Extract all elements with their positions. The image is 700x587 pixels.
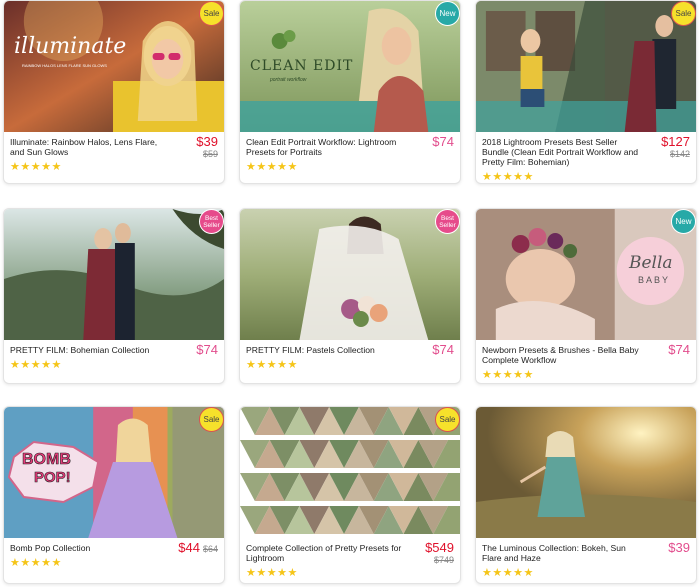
price: $127 $142 bbox=[661, 134, 690, 160]
product-image[interactable]: Bella BABY New bbox=[476, 209, 696, 340]
product-card-bomb-pop[interactable]: BOMB POP! Sale Bomb Pop Collection $44 $… bbox=[3, 406, 225, 584]
star-rating: ★★★★★ bbox=[246, 161, 298, 173]
price: $74 bbox=[432, 343, 454, 357]
overlay-subtitle: portrait workflow bbox=[270, 77, 307, 83]
product-image[interactable]: Best Seller bbox=[4, 209, 224, 340]
product-title[interactable]: PRETTY FILM: Pastels Collection bbox=[246, 345, 454, 355]
product-title[interactable]: Complete Collection of Pretty Presets fo… bbox=[246, 543, 454, 563]
overlay-subtitle: BABY bbox=[638, 275, 671, 285]
product-card-clean-edit[interactable]: CLEAN EDIT portrait workflow New Clean E… bbox=[239, 0, 461, 184]
original-price: $64 bbox=[202, 544, 218, 554]
star-rating: ★★★★★ bbox=[482, 567, 534, 579]
star-rating: ★★★★★ bbox=[10, 557, 62, 569]
product-title[interactable]: The Luminous Collection: Bokeh, Sun Flar… bbox=[482, 543, 690, 563]
overlay-title: illuminate bbox=[14, 34, 127, 59]
price: $39 $59 bbox=[196, 134, 218, 160]
star-rating: ★★★★★ bbox=[246, 359, 298, 371]
overlay-subtitle: RAINBOW HALOS LENS FLARE SUN GLOWS bbox=[22, 63, 107, 68]
product-card-bella-baby[interactable]: Bella BABY New Newborn Presets & Brushes… bbox=[475, 208, 697, 384]
new-badge: New bbox=[671, 209, 696, 234]
star-rating: ★★★★★ bbox=[10, 359, 62, 371]
product-image[interactable]: Best Seller bbox=[240, 209, 460, 340]
price: $549 $749 bbox=[425, 540, 454, 566]
product-title[interactable]: PRETTY FILM: Bohemian Collection bbox=[10, 345, 218, 355]
product-card-luminous[interactable]: The Luminous Collection: Bokeh, Sun Flar… bbox=[475, 406, 697, 584]
price: $39 bbox=[668, 541, 690, 555]
new-badge: New bbox=[435, 1, 460, 26]
product-image[interactable] bbox=[476, 407, 696, 538]
regular-price: $74 bbox=[432, 134, 454, 149]
overlay-subtitle: POP! bbox=[34, 469, 71, 487]
star-rating: ★★★★★ bbox=[482, 171, 534, 183]
regular-price: $74 bbox=[668, 342, 690, 357]
sale-price: $44 bbox=[178, 540, 200, 555]
sale-badge: Sale bbox=[199, 1, 224, 26]
sale-badge: Sale bbox=[435, 407, 460, 432]
best-seller-badge: Best Seller bbox=[435, 209, 460, 234]
best-seller-badge: Best Seller bbox=[199, 209, 224, 234]
price: $74 bbox=[432, 135, 454, 149]
product-card-complete-collection[interactable]: Sale Complete Collection of Pretty Prese… bbox=[239, 406, 461, 584]
product-image[interactable]: BOMB POP! Sale bbox=[4, 407, 224, 538]
overlay-title: Bella bbox=[629, 253, 673, 273]
product-title[interactable]: 2018 Lightroom Presets Best Seller Bundl… bbox=[482, 137, 690, 167]
price: $74 bbox=[196, 343, 218, 357]
regular-price: $74 bbox=[196, 342, 218, 357]
product-card-2018-bundle[interactable]: Sale 2018 Lightroom Presets Best Seller … bbox=[475, 0, 697, 184]
product-card-pastels[interactable]: Best Seller PRETTY FILM: Pastels Collect… bbox=[239, 208, 461, 384]
product-image[interactable]: Sale bbox=[240, 407, 460, 538]
product-title[interactable]: Newborn Presets & Brushes - Bella Baby C… bbox=[482, 345, 690, 365]
price: $44 $64 bbox=[178, 541, 218, 555]
product-title[interactable]: Illuminate: Rainbow Halos, Lens Flare, a… bbox=[10, 137, 218, 157]
product-card-illuminate[interactable]: illuminate RAINBOW HALOS LENS FLARE SUN … bbox=[3, 0, 225, 184]
price: $74 bbox=[668, 343, 690, 357]
overlay-title: CLEAN EDIT bbox=[250, 58, 354, 74]
sale-price: $127 bbox=[661, 134, 690, 149]
star-rating: ★★★★★ bbox=[482, 369, 534, 381]
original-price: $59 bbox=[202, 149, 218, 159]
star-rating: ★★★★★ bbox=[246, 567, 298, 579]
regular-price: $39 bbox=[668, 540, 690, 555]
product-title[interactable]: Clean Edit Portrait Workflow: Lightroom … bbox=[246, 137, 454, 157]
overlay-title: BOMB bbox=[22, 451, 71, 469]
product-image[interactable]: Sale bbox=[476, 1, 696, 132]
sale-badge: Sale bbox=[671, 1, 696, 26]
sale-badge: Sale bbox=[199, 407, 224, 432]
product-card-bohemian[interactable]: Best Seller PRETTY FILM: Bohemian Collec… bbox=[3, 208, 225, 384]
original-price: $142 bbox=[669, 149, 690, 159]
product-image[interactable]: CLEAN EDIT portrait workflow New bbox=[240, 1, 460, 132]
product-image[interactable]: illuminate RAINBOW HALOS LENS FLARE SUN … bbox=[4, 1, 224, 132]
star-rating: ★★★★★ bbox=[10, 161, 62, 173]
regular-price: $74 bbox=[432, 342, 454, 357]
original-price: $749 bbox=[433, 555, 454, 565]
sale-price: $549 bbox=[425, 540, 454, 555]
sale-price: $39 bbox=[196, 134, 218, 149]
